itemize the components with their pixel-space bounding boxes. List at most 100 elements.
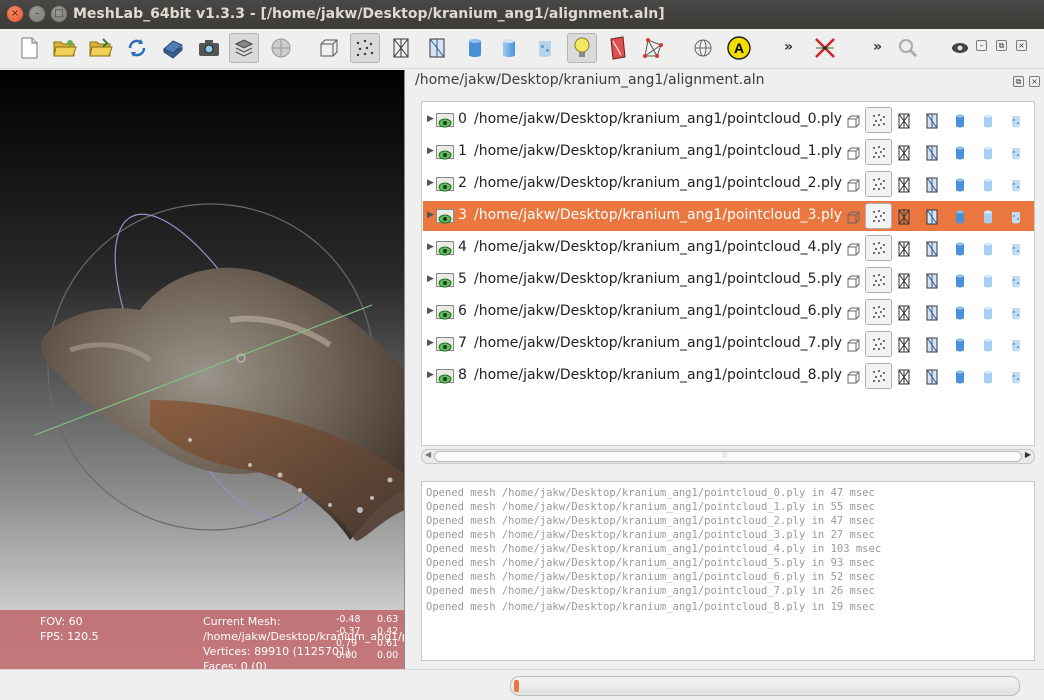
scroll-thumb[interactable]: [434, 451, 1022, 462]
visibility-toggle-icon[interactable]: [436, 177, 454, 192]
smooth-mode-icon[interactable]: [979, 272, 997, 290]
wireframe-mode-icon[interactable]: [895, 272, 913, 290]
search-icon[interactable]: [893, 33, 923, 63]
dock-close-button[interactable]: ×: [1029, 76, 1040, 87]
bbox-icon[interactable]: [844, 176, 862, 194]
maximize-window-button[interactable]: □: [51, 6, 67, 22]
layer-row[interactable]: ▶ 0/home/jakw/Desktop/kranium_ang1/pointc…: [423, 105, 1034, 135]
scroll-left-arrow[interactable]: ◀: [425, 450, 431, 459]
flat-mode-icon[interactable]: [951, 240, 969, 258]
toolbar-overflow-button-2[interactable]: »: [873, 39, 882, 55]
new-project-icon[interactable]: [14, 33, 44, 63]
reload-icon[interactable]: [122, 33, 152, 63]
expand-arrow-icon[interactable]: ▶: [427, 306, 434, 316]
texture-mode-icon[interactable]: [1007, 144, 1025, 162]
smooth-mode-icon[interactable]: [979, 240, 997, 258]
select-faces-icon[interactable]: [638, 33, 668, 63]
points-mode-icon[interactable]: [865, 267, 892, 293]
points-mode-icon[interactable]: [865, 171, 892, 197]
points-mode-icon[interactable]: [865, 107, 892, 133]
3d-viewport[interactable]: FOV: 60 FPS: 120.5 Current Mesh: /home/j…: [0, 70, 405, 669]
wireframe-icon[interactable]: [386, 33, 416, 63]
smooth-mode-icon[interactable]: [979, 304, 997, 322]
bbox-icon[interactable]: [844, 272, 862, 290]
wireframe-mode-icon[interactable]: [895, 112, 913, 130]
layer-row[interactable]: ▶ 4/home/jakw/Desktop/kranium_ang1/pointc…: [423, 233, 1034, 263]
open-project-icon[interactable]: [86, 33, 116, 63]
toolbar-close-button[interactable]: ×: [1016, 40, 1027, 51]
points-mode-icon[interactable]: [865, 139, 892, 165]
bbox-icon[interactable]: [844, 144, 862, 162]
points-mode-icon[interactable]: [865, 299, 892, 325]
texture-mode-icon[interactable]: [1007, 304, 1025, 322]
wireframe-mode-icon[interactable]: [895, 304, 913, 322]
smooth-mode-icon[interactable]: [979, 336, 997, 354]
expand-arrow-icon[interactable]: ▶: [427, 242, 434, 252]
toolbar-minimize-button[interactable]: –: [976, 40, 987, 51]
texture-shading-icon[interactable]: [530, 33, 560, 63]
hidden-lines-mode-icon[interactable]: [923, 208, 941, 226]
double-light-icon[interactable]: [603, 33, 633, 63]
visibility-toggle-icon[interactable]: [436, 145, 454, 160]
flat-shading-icon[interactable]: [460, 33, 490, 63]
flat-mode-icon[interactable]: [951, 304, 969, 322]
open-mesh-icon[interactable]: [50, 33, 80, 63]
texture-mode-icon[interactable]: [1007, 176, 1025, 194]
wireframe-mode-icon[interactable]: [895, 240, 913, 258]
log-panel[interactable]: Opened mesh /home/jakw/Desktop/kranium_a…: [421, 481, 1035, 661]
points-icon[interactable]: [350, 33, 380, 63]
points-mode-icon[interactable]: [865, 331, 892, 357]
layer-row[interactable]: ▶ 5/home/jakw/Desktop/kranium_ang1/pointc…: [423, 265, 1034, 295]
layer-row[interactable]: ▶ 7/home/jakw/Desktop/kranium_ang1/pointc…: [423, 329, 1034, 359]
expand-arrow-icon[interactable]: ▶: [427, 114, 434, 124]
visibility-toggle-icon[interactable]: [436, 369, 454, 384]
texture-mode-icon[interactable]: [1007, 336, 1025, 354]
texture-icon[interactable]: [266, 33, 296, 63]
hidden-lines-mode-icon[interactable]: [923, 368, 941, 386]
smooth-mode-icon[interactable]: [979, 208, 997, 226]
smooth-mode-icon[interactable]: [979, 112, 997, 130]
hidden-lines-mode-icon[interactable]: [923, 112, 941, 130]
points-mode-icon[interactable]: [865, 363, 892, 389]
bbox-icon[interactable]: [844, 336, 862, 354]
flat-mode-icon[interactable]: [951, 144, 969, 162]
bbox-icon[interactable]: [844, 208, 862, 226]
flat-mode-icon[interactable]: [951, 368, 969, 386]
hidden-lines-mode-icon[interactable]: [923, 176, 941, 194]
layer-row[interactable]: ▶ 3/home/jakw/Desktop/kranium_ang1/pointc…: [423, 201, 1034, 231]
bbox-icon[interactable]: [844, 112, 862, 130]
bbox-icon[interactable]: [844, 240, 862, 258]
scroll-right-arrow[interactable]: ▶: [1025, 450, 1031, 459]
expand-arrow-icon[interactable]: ▶: [427, 274, 434, 284]
expand-arrow-icon[interactable]: ▶: [427, 370, 434, 380]
horizontal-scrollbar[interactable]: ◀ ⦙⦙⦙ ▶: [421, 449, 1035, 464]
texture-mode-icon[interactable]: [1007, 272, 1025, 290]
toolbar-restore-button[interactable]: ⧉: [996, 40, 1007, 51]
visibility-toggle-icon[interactable]: [436, 337, 454, 352]
hidden-lines-mode-icon[interactable]: [923, 304, 941, 322]
texture-mode-icon[interactable]: [1007, 112, 1025, 130]
wireframe-mode-icon[interactable]: [895, 176, 913, 194]
layers-icon[interactable]: [229, 33, 259, 63]
hidden-lines-mode-icon[interactable]: [923, 144, 941, 162]
visibility-toggle-icon[interactable]: [436, 113, 454, 128]
panel-splitter[interactable]: [405, 70, 412, 669]
bbox-icon[interactable]: [844, 304, 862, 322]
light-icon[interactable]: [567, 33, 597, 63]
visibility-toggle-icon[interactable]: [436, 241, 454, 256]
visibility-toggle-icon[interactable]: [436, 209, 454, 224]
expand-arrow-icon[interactable]: ▶: [427, 210, 434, 220]
texture-mode-icon[interactable]: [1007, 208, 1025, 226]
smooth-mode-icon[interactable]: [979, 176, 997, 194]
flat-mode-icon[interactable]: [951, 208, 969, 226]
edit-align-icon[interactable]: [810, 33, 840, 63]
wireframe-mode-icon[interactable]: [895, 368, 913, 386]
expand-arrow-icon[interactable]: ▶: [427, 178, 434, 188]
flat-mode-icon[interactable]: [951, 336, 969, 354]
dock-float-button[interactable]: ⧉: [1013, 76, 1024, 87]
flat-mode-icon[interactable]: [951, 112, 969, 130]
raw-view-icon[interactable]: [945, 33, 975, 63]
layer-row[interactable]: ▶ 1/home/jakw/Desktop/kranium_ang1/pointc…: [423, 137, 1034, 167]
snapshot-icon[interactable]: [194, 33, 224, 63]
trackball-icon[interactable]: [688, 33, 718, 63]
